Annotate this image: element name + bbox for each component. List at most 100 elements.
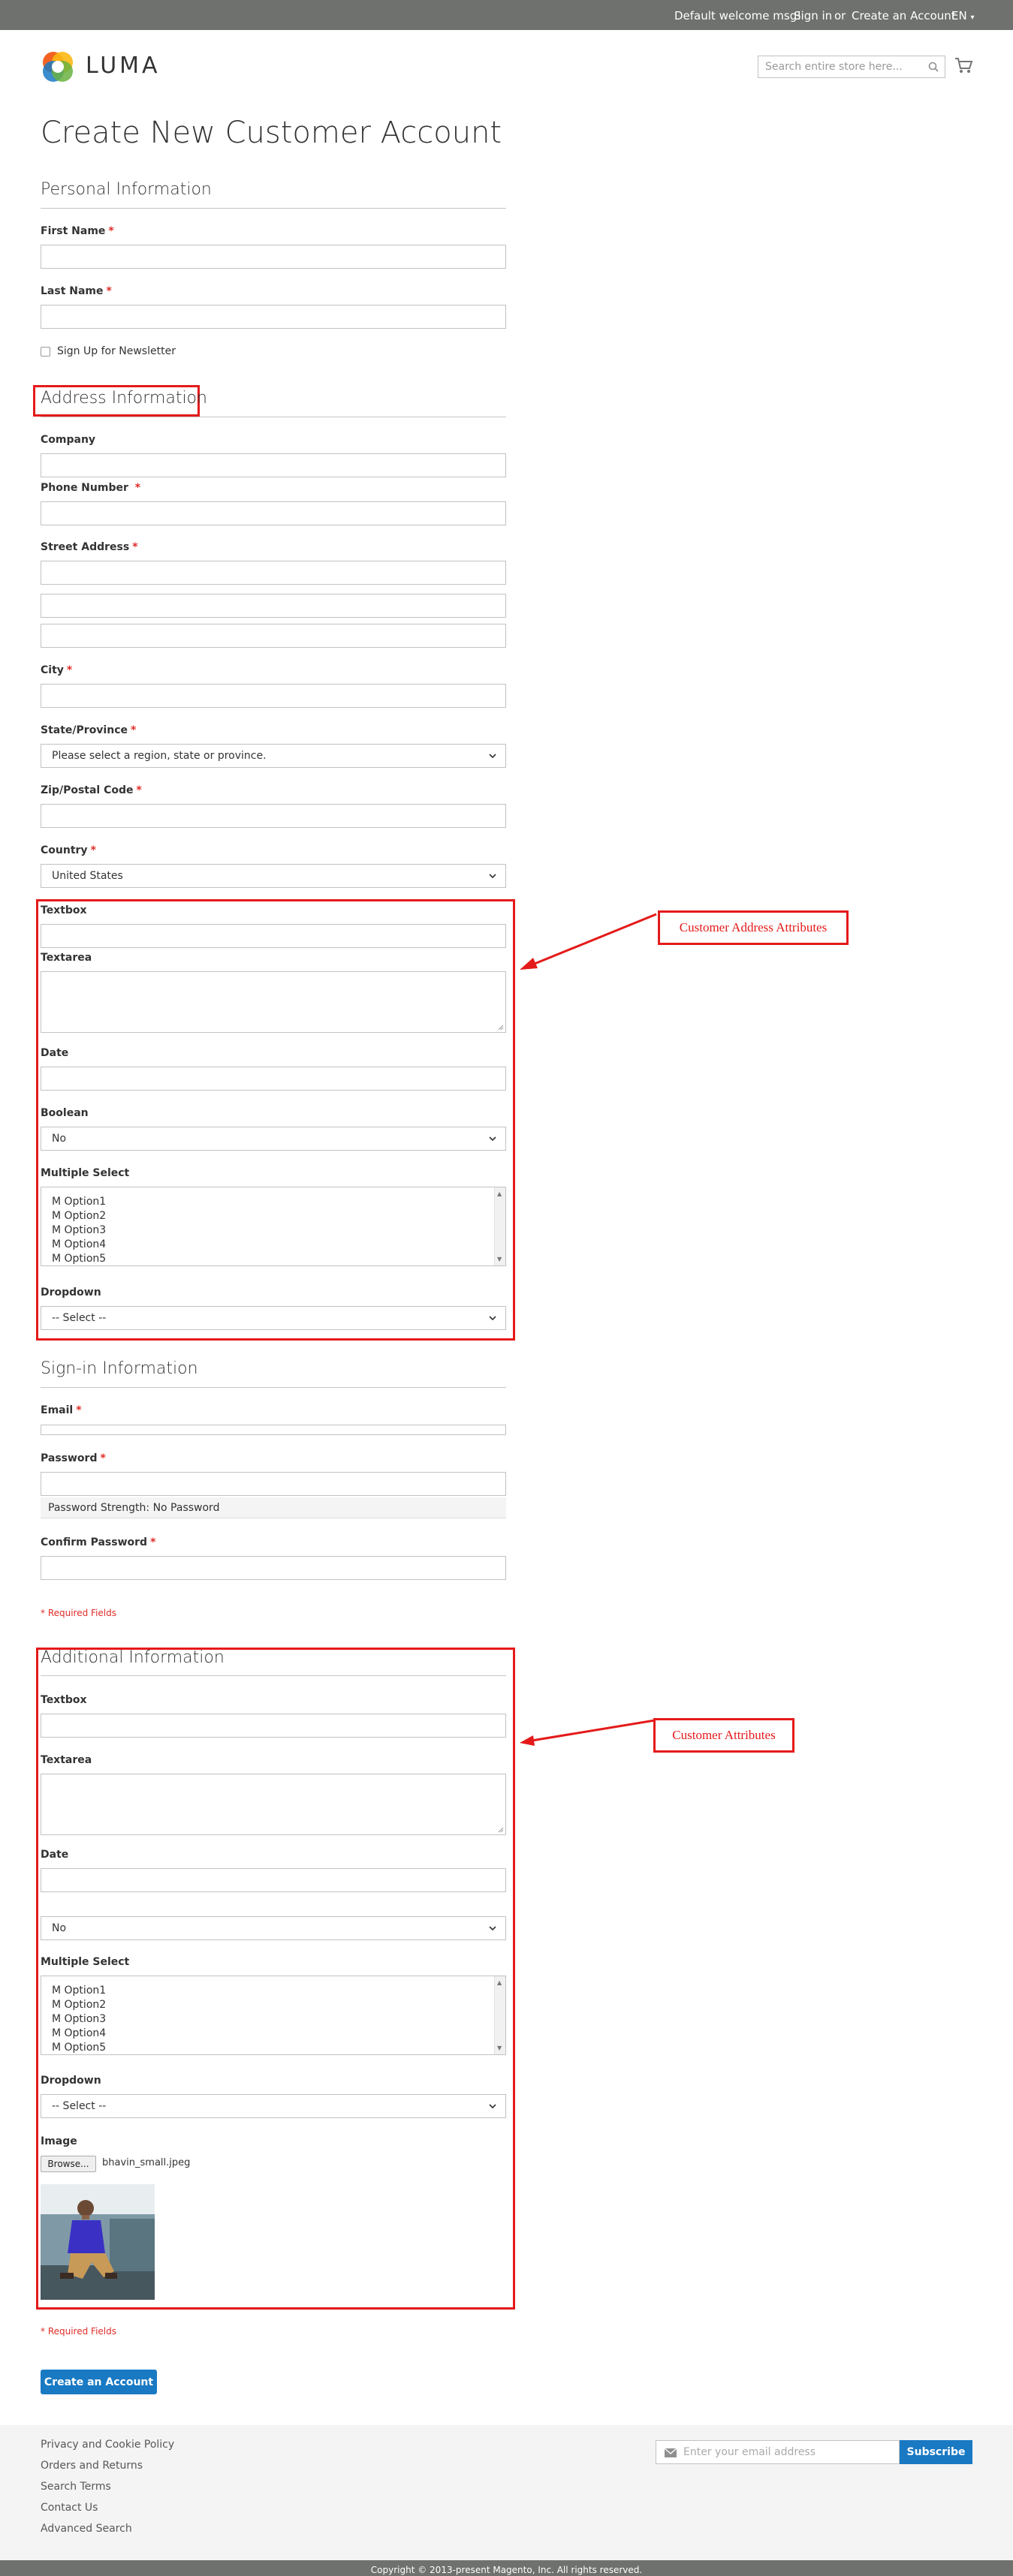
customer-textbox-field[interactable] bbox=[41, 1714, 506, 1738]
footer-link-orders[interactable]: Orders and Returns bbox=[41, 2460, 143, 2472]
city-field[interactable] bbox=[41, 684, 506, 708]
confirm-password-field[interactable] bbox=[41, 1556, 506, 1580]
street-line-3-field[interactable] bbox=[41, 624, 506, 648]
customer-dropdown-select[interactable]: -- Select -- bbox=[41, 2094, 506, 2118]
customer-date-field[interactable] bbox=[41, 1868, 506, 1892]
chevron-down-icon bbox=[489, 1926, 496, 1931]
multiselect-option[interactable]: M Option3 bbox=[52, 1223, 495, 1238]
callout-arrow-icon bbox=[520, 1719, 656, 1746]
phone-field[interactable] bbox=[41, 501, 506, 525]
create-account-link[interactable]: Create an Account bbox=[852, 9, 956, 23]
chevron-down-icon bbox=[489, 754, 496, 759]
address-dropdown-value: -- Select -- bbox=[52, 1312, 107, 1324]
email-label: Email * bbox=[41, 1404, 82, 1416]
city-label: City * bbox=[41, 664, 73, 676]
email-field[interactable] bbox=[41, 1425, 506, 1435]
scroll-down-icon[interactable]: ▼ bbox=[497, 1256, 502, 1262]
company-field[interactable] bbox=[41, 453, 506, 477]
multiselect-option[interactable]: M Option1 bbox=[52, 1984, 495, 1998]
multiselect-option[interactable]: M Option2 bbox=[52, 1998, 495, 2012]
browse-button[interactable]: Browse... bbox=[41, 2156, 96, 2172]
scroll-down-icon[interactable]: ▼ bbox=[497, 2045, 502, 2051]
address-textarea-field[interactable] bbox=[41, 971, 506, 1033]
additional-info-legend: Additional Information bbox=[41, 1648, 225, 1667]
file-name: bhavin_small.jpeg bbox=[102, 2157, 191, 2168]
last-name-label: Last Name * bbox=[41, 285, 112, 297]
address-multiselect[interactable]: M Option1 M Option2 M Option3 M Option4 … bbox=[41, 1187, 506, 1266]
address-date-field[interactable] bbox=[41, 1067, 506, 1091]
search-input[interactable] bbox=[758, 56, 916, 77]
address-multiselect-label: Multiple Select bbox=[41, 1167, 130, 1179]
multiselect-option[interactable]: M Option3 bbox=[52, 2012, 495, 2027]
page-title: Create New Customer Account bbox=[41, 116, 502, 150]
multiselect-option[interactable]: M Option5 bbox=[52, 1252, 495, 1265]
required-fields-note: * Required Fields bbox=[41, 2326, 116, 2337]
luma-logo-icon[interactable] bbox=[41, 50, 75, 84]
customer-dropdown-label: Dropdown bbox=[41, 2075, 101, 2087]
multiselect-option[interactable]: M Option2 bbox=[52, 1209, 495, 1223]
newsletter-label: Sign Up for Newsletter bbox=[57, 345, 176, 357]
customer-dropdown-value: -- Select -- bbox=[52, 2100, 107, 2112]
street-label: Street Address * bbox=[41, 541, 138, 553]
footer-link-privacy[interactable]: Privacy and Cookie Policy bbox=[41, 2439, 174, 2451]
confirm-password-label: Confirm Password * bbox=[41, 1536, 156, 1548]
signin-info-legend: Sign-in Information bbox=[41, 1359, 198, 1378]
address-attributes-callout: Customer Address Attributes bbox=[658, 910, 849, 945]
password-strength-meter: Password Strength: No Password bbox=[41, 1497, 506, 1518]
newsletter-checkbox[interactable] bbox=[41, 347, 50, 357]
last-name-field[interactable] bbox=[41, 305, 506, 329]
company-label: Company bbox=[41, 434, 96, 446]
address-textbox-label: Textbox bbox=[41, 904, 87, 916]
divider bbox=[41, 208, 506, 209]
first-name-label: First Name * bbox=[41, 225, 114, 237]
address-boolean-value: No bbox=[52, 1133, 67, 1145]
footer-link-advanced-search[interactable]: Advanced Search bbox=[41, 2523, 132, 2535]
customer-multiselect[interactable]: M Option1 M Option2 M Option3 M Option4 … bbox=[41, 1976, 506, 2055]
resize-handle-icon[interactable] bbox=[498, 1025, 504, 1031]
customer-boolean-select[interactable]: No bbox=[41, 1916, 506, 1940]
welcome-message: Default welcome msg! bbox=[674, 9, 802, 23]
language-switcher[interactable]: EN ▾ bbox=[951, 9, 975, 23]
scrollbar[interactable]: ▲ ▼ bbox=[494, 1976, 505, 2054]
scroll-up-icon[interactable]: ▲ bbox=[497, 1190, 502, 1197]
required-fields-note: * Required Fields bbox=[41, 1608, 116, 1618]
scroll-up-icon[interactable]: ▲ bbox=[497, 1979, 502, 1986]
newsletter-email-input[interactable] bbox=[683, 2441, 894, 2463]
address-attributes-highlight bbox=[36, 899, 515, 1341]
street-line-1-field[interactable] bbox=[41, 561, 506, 585]
password-field[interactable] bbox=[41, 1472, 506, 1496]
country-label: Country * bbox=[41, 844, 96, 856]
divider bbox=[41, 1675, 506, 1676]
state-select[interactable]: Please select a region, state or provinc… bbox=[41, 744, 506, 768]
footer-link-search-terms[interactable]: Search Terms bbox=[41, 2481, 111, 2493]
country-select[interactable]: United States bbox=[41, 864, 506, 888]
chevron-down-icon bbox=[489, 1136, 496, 1142]
scrollbar[interactable]: ▲ ▼ bbox=[494, 1187, 505, 1265]
multiselect-option[interactable]: M Option1 bbox=[52, 1195, 495, 1209]
footer-link-contact[interactable]: Contact Us bbox=[41, 2502, 98, 2514]
multiselect-option[interactable]: M Option4 bbox=[52, 1238, 495, 1252]
first-name-field[interactable] bbox=[41, 245, 506, 269]
sign-in-link[interactable]: Sign in bbox=[794, 9, 832, 23]
chevron-down-icon bbox=[489, 2104, 496, 2109]
chevron-down-icon bbox=[489, 1316, 496, 1321]
resize-handle-icon[interactable] bbox=[498, 1827, 504, 1833]
subscribe-button[interactable]: Subscribe bbox=[900, 2440, 972, 2464]
address-textbox-field[interactable] bbox=[41, 924, 506, 948]
address-boolean-select[interactable]: No bbox=[41, 1127, 506, 1151]
zip-field[interactable] bbox=[41, 804, 506, 828]
address-dropdown-select[interactable]: -- Select -- bbox=[41, 1306, 506, 1330]
multiselect-option[interactable]: M Option5 bbox=[52, 2041, 495, 2054]
create-account-button[interactable]: Create an Account bbox=[41, 2370, 157, 2394]
street-line-2-field[interactable] bbox=[41, 594, 506, 618]
personal-info-legend: Personal Information bbox=[41, 180, 212, 199]
cart-icon[interactable] bbox=[954, 56, 973, 75]
multiselect-option[interactable]: M Option4 bbox=[52, 2027, 495, 2041]
callout-arrow-icon bbox=[520, 913, 657, 970]
customer-date-label: Date bbox=[41, 1849, 69, 1861]
phone-label: Phone Number * bbox=[41, 482, 141, 494]
customer-textarea-field[interactable] bbox=[41, 1774, 506, 1835]
logo-text[interactable]: LUMA bbox=[86, 53, 161, 79]
search-icon[interactable] bbox=[928, 62, 939, 72]
state-label: State/Province * bbox=[41, 724, 137, 736]
